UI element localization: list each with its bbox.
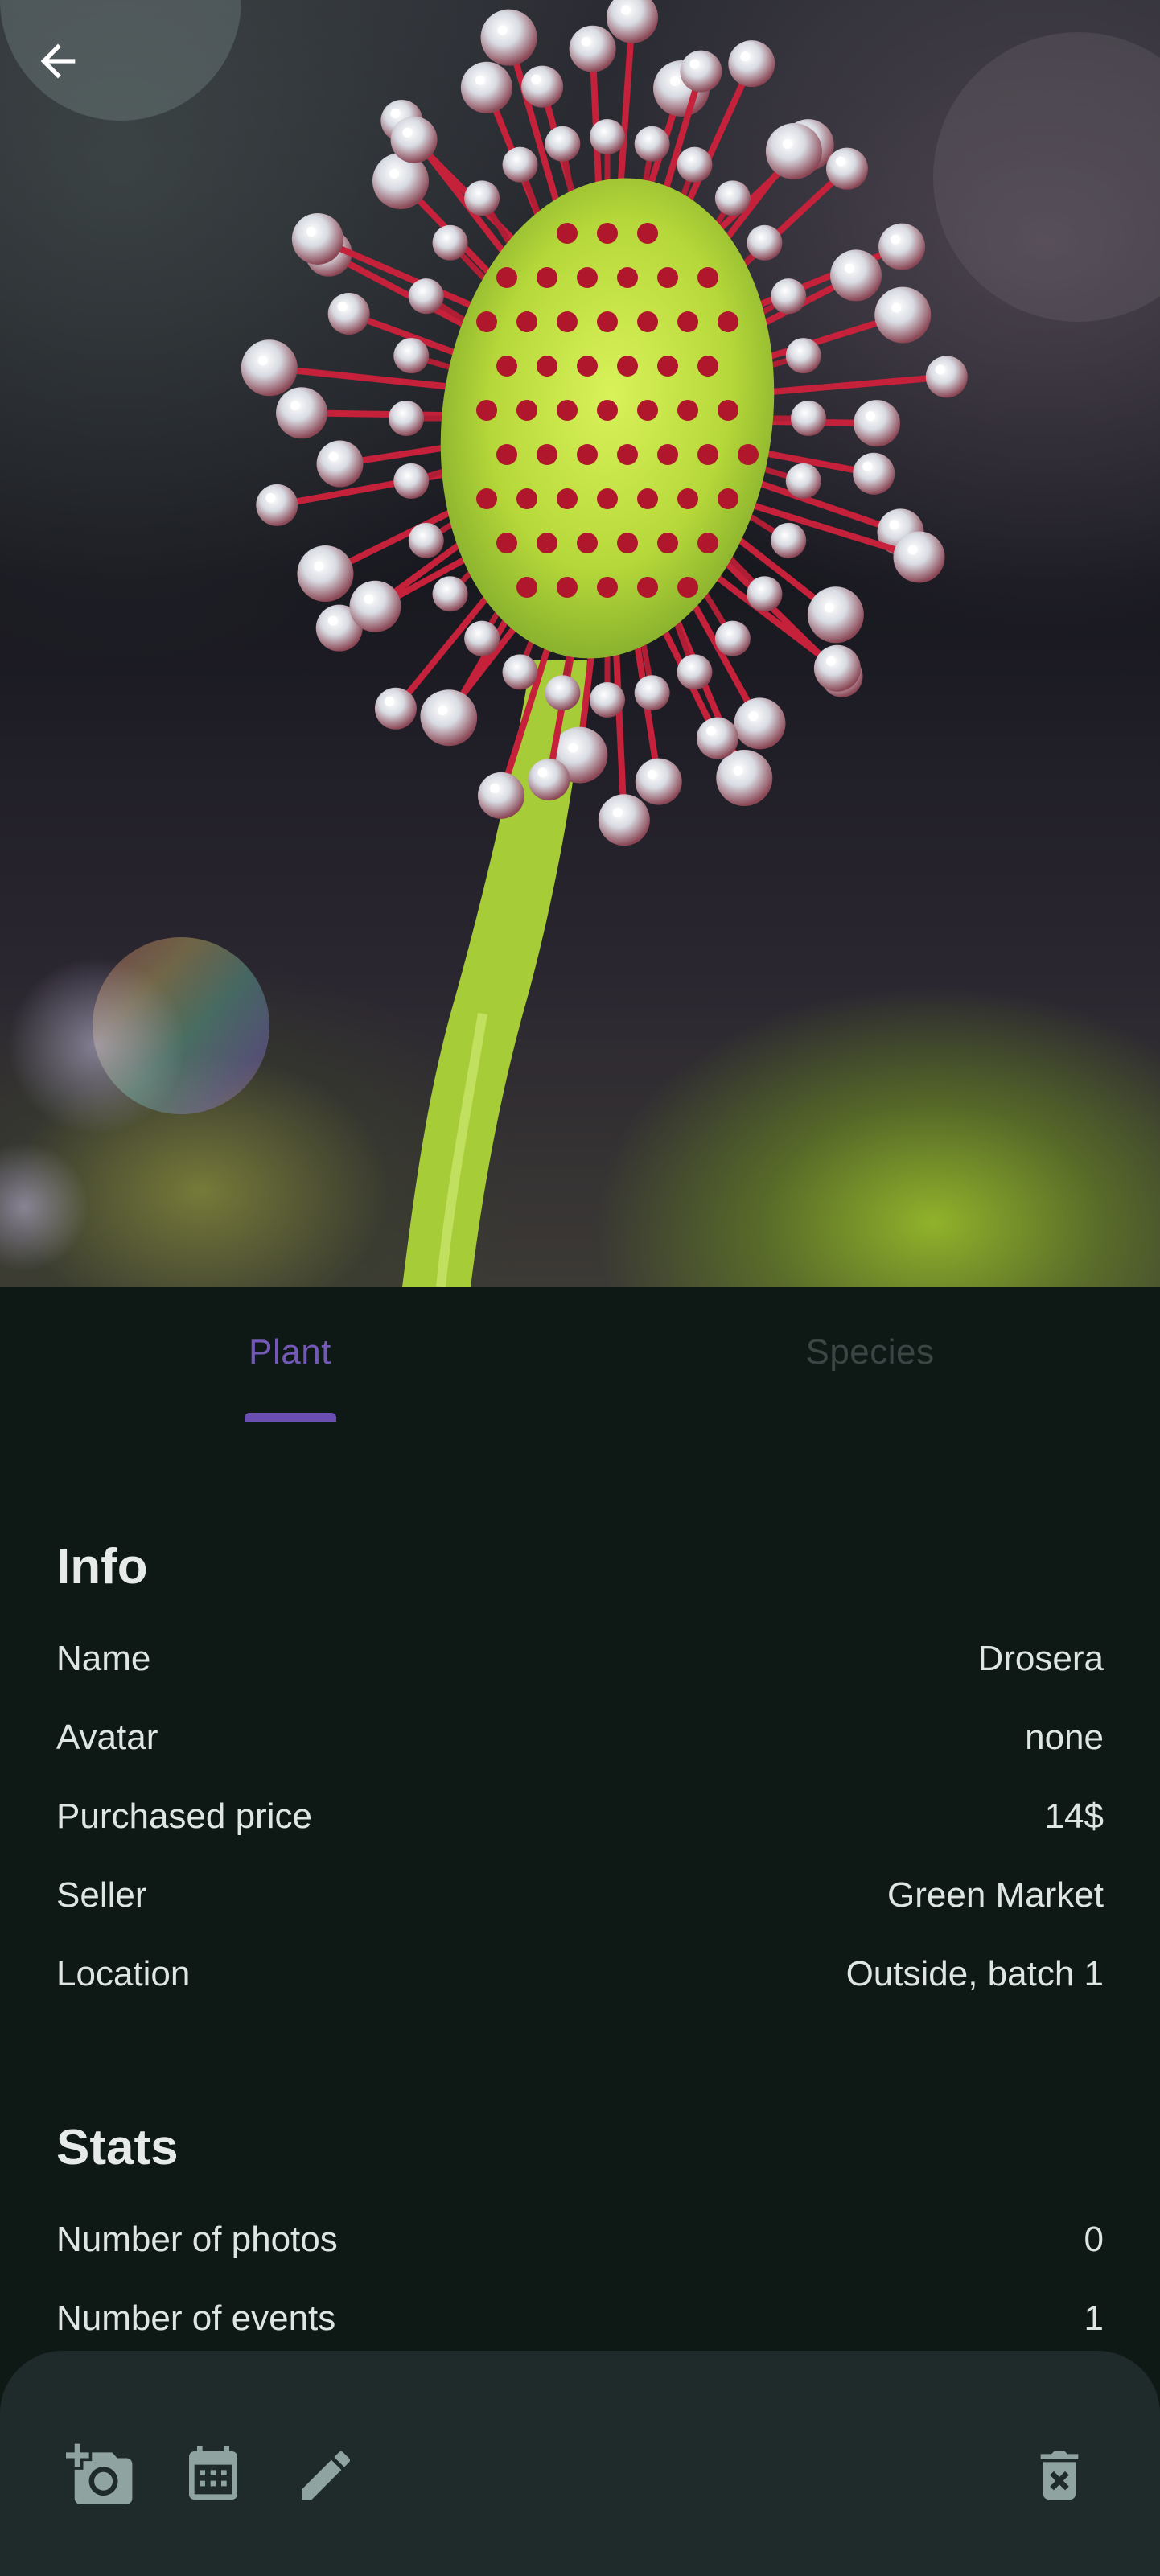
info-row-label: Location [56, 1954, 191, 1994]
info-row-location: Location Outside, batch 1 [56, 1950, 1104, 1998]
active-tab-indicator [244, 1413, 336, 1422]
stats-row-value: 1 [1084, 2298, 1104, 2338]
info-section-title: Info [56, 1539, 148, 1595]
stats-section-title: Stats [56, 2120, 179, 2175]
add-photo-icon [66, 2443, 133, 2504]
info-row-avatar: Avatar none [56, 1714, 1104, 1762]
info-row-purchased-price: Purchased price 14$ [56, 1792, 1104, 1841]
info-row-label: Purchased price [56, 1796, 312, 1836]
drosera-illustration [0, 0, 1160, 1287]
info-row-value: Green Market [887, 1875, 1104, 1915]
info-row-value: 14$ [1044, 1796, 1104, 1836]
delete-plant-button[interactable] [1015, 2431, 1104, 2520]
info-row-value: Drosera [977, 1639, 1104, 1678]
edit-icon [302, 2450, 351, 2500]
arrow-back-icon [40, 43, 76, 79]
tab-plant-label: Plant [249, 1332, 331, 1372]
info-row-label: Avatar [56, 1718, 158, 1757]
info-row-label: Seller [56, 1875, 147, 1915]
back-button[interactable] [32, 35, 121, 124]
stats-row-events: Number of events 1 [56, 2294, 1104, 2343]
stats-row-label: Number of photos [56, 2220, 338, 2259]
info-row-value: Outside, batch 1 [845, 1954, 1104, 1994]
add-event-button[interactable] [169, 2431, 257, 2520]
tab-plant[interactable]: Plant [0, 1287, 580, 1424]
tab-species[interactable]: Species [580, 1287, 1160, 1424]
plant-photo [0, 0, 1160, 1287]
edit-plant-button[interactable] [282, 2431, 370, 2520]
info-row-name: Name Drosera [56, 1635, 1104, 1683]
stats-row-photos: Number of photos 0 [56, 2216, 1104, 2264]
info-row-label: Name [56, 1639, 151, 1678]
delete-icon [1040, 2451, 1079, 2500]
info-row-seller: Seller Green Market [56, 1871, 1104, 1920]
plant-detail-screen: Plant Species Info Name Drosera Avatar n… [0, 0, 1160, 2576]
stats-row-value: 0 [1084, 2220, 1104, 2259]
tab-bar: Plant Species [0, 1287, 1160, 1424]
tab-species-label: Species [805, 1332, 935, 1372]
add-photo-button[interactable] [56, 2431, 145, 2520]
stats-row-label: Number of events [56, 2298, 336, 2338]
calendar-icon [189, 2446, 237, 2500]
info-row-value: none [1025, 1718, 1104, 1757]
bottom-action-bar [0, 2351, 1160, 2576]
